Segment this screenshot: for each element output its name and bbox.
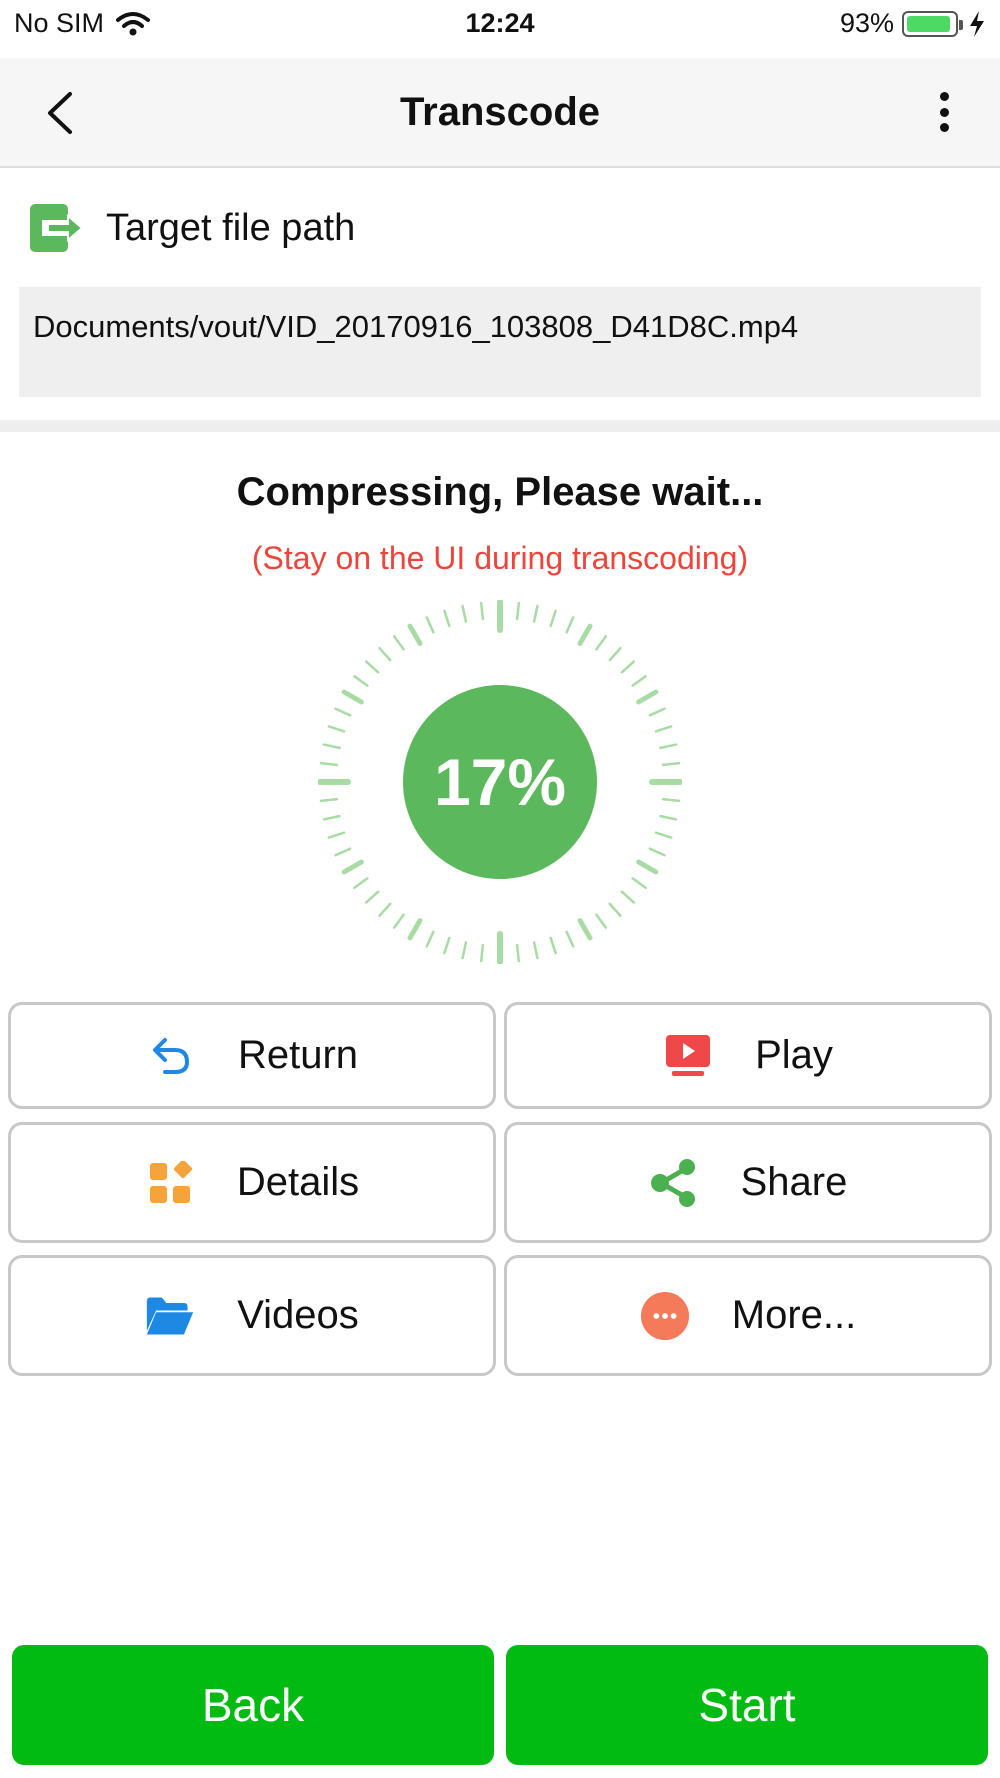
target-header: Target file path	[28, 198, 355, 258]
share-label: Share	[740, 1160, 848, 1204]
export-icon	[30, 204, 84, 252]
dial-tick	[620, 890, 636, 904]
dial-tick	[392, 913, 405, 929]
dial-tick	[608, 902, 622, 918]
dot-2	[939, 107, 949, 117]
dial-tick	[319, 797, 339, 803]
share-button[interactable]: Share	[504, 1122, 992, 1243]
undo-icon	[146, 1031, 196, 1081]
grid-icon	[145, 1158, 195, 1208]
dial-tick	[425, 930, 435, 948]
dial-tick	[659, 743, 678, 750]
progress-percent: 17%	[433, 745, 567, 819]
dial-tick	[654, 831, 673, 839]
dial-tick	[479, 601, 485, 621]
battery-percent: 93%	[839, 8, 894, 38]
dial-tick	[479, 943, 485, 963]
dial-tick	[341, 859, 364, 875]
dial-tick	[595, 913, 608, 929]
dial-tick	[378, 646, 392, 662]
folder-icon	[145, 1291, 195, 1341]
dial-tick	[425, 616, 435, 634]
target-label: Target file path	[106, 206, 356, 249]
more-label: More...	[731, 1293, 857, 1337]
dial-tick	[334, 707, 352, 717]
dial-tick	[565, 616, 575, 634]
page-title: Transcode	[399, 90, 601, 134]
videos-button[interactable]: Videos	[8, 1255, 496, 1376]
dial-tick	[654, 725, 673, 733]
dial-tick	[461, 941, 468, 960]
dial-tick	[661, 761, 681, 767]
charging-bolt-icon	[970, 10, 984, 37]
dial-tick	[353, 674, 369, 687]
dial-tick	[577, 623, 593, 646]
dial-tick	[327, 831, 346, 839]
dial-tick	[334, 847, 352, 857]
progress-title: Compressing, Please wait...	[236, 470, 764, 514]
dial-tick	[327, 725, 346, 733]
target-path-field[interactable]: Documents/vout/VID_20170916_103808_D41D8…	[19, 287, 981, 397]
more-options-button[interactable]	[926, 86, 962, 138]
dial-tick	[443, 609, 451, 628]
battery-fill	[907, 15, 950, 32]
dial-tick	[407, 918, 423, 941]
dial-tick	[364, 660, 380, 674]
nav-bar: Transcode	[0, 58, 1000, 168]
dial-tick	[515, 601, 521, 621]
dial-tick	[636, 859, 659, 875]
return-button[interactable]: Return	[8, 1002, 496, 1109]
dial-tick	[631, 674, 647, 687]
dial-tick	[565, 930, 575, 948]
dial-tick	[364, 890, 380, 904]
status-bar: No SIM 12:24 93%	[0, 0, 1000, 52]
more-dots-icon	[640, 1291, 690, 1341]
dial-tick	[461, 604, 468, 623]
dot-1	[939, 92, 949, 101]
dial-tick	[648, 707, 666, 717]
dial-tick	[532, 604, 539, 623]
dot-3	[939, 123, 949, 132]
battery-cap	[959, 19, 963, 30]
section-divider	[0, 420, 1000, 432]
battery-icon	[902, 10, 963, 37]
videos-label: Videos	[237, 1293, 359, 1337]
progress-dial: 17%	[317, 599, 683, 965]
dial-tick	[532, 941, 539, 960]
dial-tick	[549, 609, 557, 628]
return-label: Return	[237, 1033, 359, 1077]
more-button[interactable]: More...	[504, 1255, 992, 1376]
share-icon	[649, 1158, 699, 1208]
dial-tick	[443, 936, 451, 955]
dial-tick	[515, 943, 521, 963]
dial-tick	[659, 814, 678, 821]
dial-tick	[595, 635, 608, 651]
details-button[interactable]: Details	[8, 1122, 496, 1243]
dial-tick	[577, 918, 593, 941]
dial-tick	[378, 902, 392, 918]
dial-tick	[631, 877, 647, 890]
play-screen-icon	[663, 1031, 713, 1081]
play-button[interactable]: Play	[504, 1002, 992, 1109]
dial-tick	[636, 689, 659, 705]
dial-tick	[319, 761, 339, 767]
dial-tick	[341, 689, 364, 705]
dial-tick	[608, 646, 622, 662]
dial-tick	[407, 623, 423, 646]
dial-tick	[620, 660, 636, 674]
dial-tick	[661, 797, 681, 803]
dial-tick	[322, 743, 341, 750]
start-button[interactable]: Start	[506, 1645, 988, 1765]
progress-note: (Stay on the UI during transcoding)	[251, 540, 749, 576]
dial-tick	[353, 877, 369, 890]
status-right: 93%	[840, 8, 986, 39]
dial-tick	[549, 936, 557, 955]
play-label: Play	[755, 1033, 833, 1077]
back-button[interactable]: Back	[12, 1645, 494, 1765]
progress-circle: 17%	[403, 685, 597, 879]
details-label: Details	[236, 1160, 360, 1204]
dial-tick	[392, 635, 405, 651]
dial-tick	[648, 847, 666, 857]
dial-tick	[322, 814, 341, 821]
